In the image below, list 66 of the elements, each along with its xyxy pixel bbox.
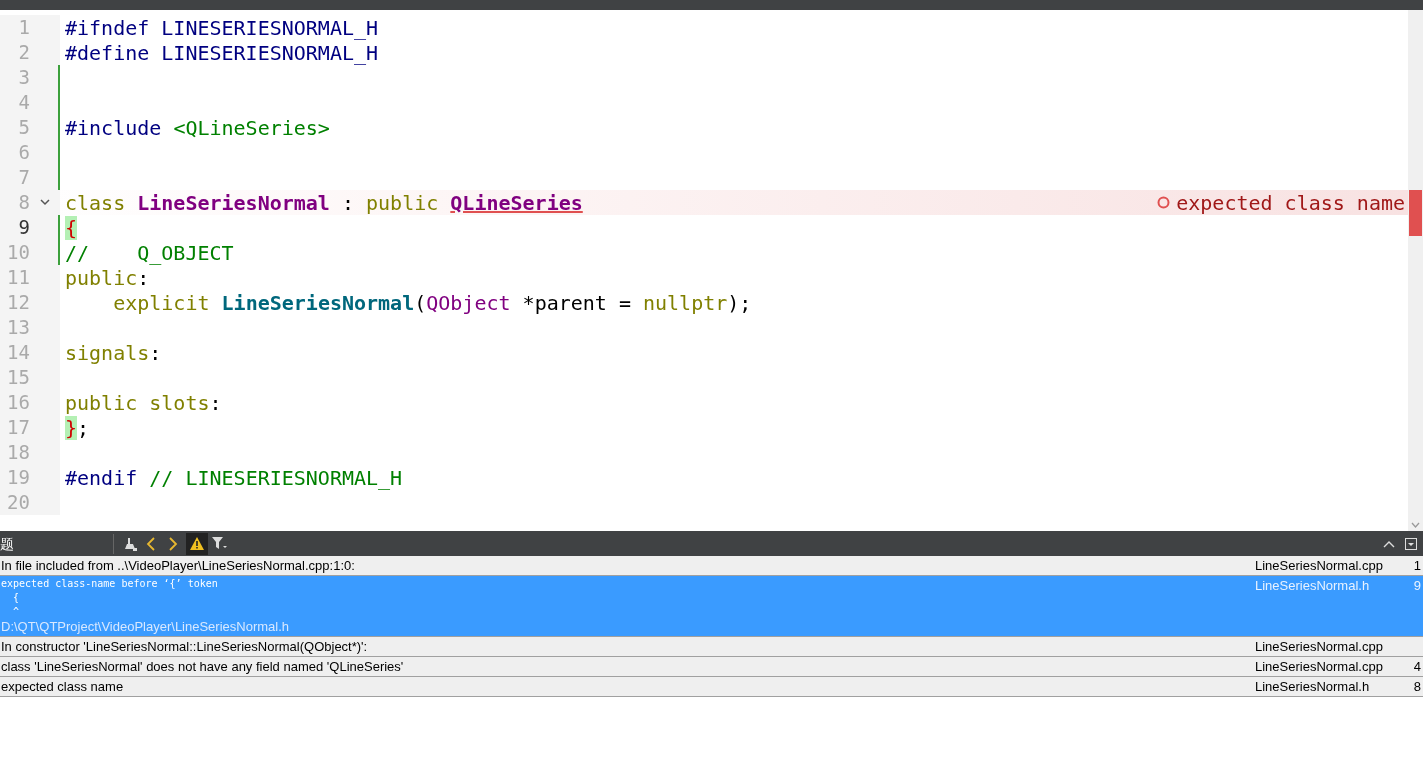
issue-file: LineSeriesNormal.h [1255, 577, 1371, 595]
scrollbar[interactable] [1408, 10, 1423, 531]
warning-filter-button[interactable] [186, 532, 208, 555]
panel-title: 题 [0, 533, 114, 554]
issue-message: expected class name [1, 678, 125, 696]
code-line: }; [65, 414, 90, 442]
line-number: 13 [6, 315, 30, 341]
code-line: signals: [65, 339, 162, 367]
line-number: 3 [17, 65, 30, 91]
issue-message: { [12, 591, 21, 604]
code-line: #define LINESERIESNORMAL_H [65, 40, 379, 67]
code-line: #ifndef LINESERIESNORMAL_H [65, 14, 379, 42]
issue-message: In file included from ..\VideoPlayer\LineSeriesNormal.cpp:1:0: [1, 557, 356, 575]
issue-file-path: D:\QT\QTProject\VideoPlayer\LineSeriesNormal.h [1, 618, 291, 636]
fold-caret-icon[interactable] [40, 199, 50, 206]
line-number: 4 [17, 90, 30, 116]
code-line: public: [65, 265, 150, 292]
previous-icon[interactable] [146, 536, 156, 551]
issue-line: 1 [1412, 557, 1422, 575]
collapse-icon[interactable] [1383, 539, 1395, 548]
line-number: 5 [17, 115, 30, 141]
line-number: 19 [6, 465, 30, 491]
error-marker [1409, 190, 1422, 236]
issue-message: expected class-name before ‘{’ token [1, 577, 219, 590]
issue-message: ^ [12, 605, 21, 618]
clean-icon[interactable] [122, 535, 138, 552]
line-number: 20 [6, 490, 30, 516]
line-number: 14 [6, 340, 30, 366]
warning-icon [190, 537, 204, 550]
code-line: #include <QLineSeries> [65, 114, 330, 142]
line-number: 15 [6, 365, 30, 391]
code-line: explicit LineSeriesNormal(QObject *parent = nullptr); [112, 289, 752, 317]
issue-file: LineSeriesNormal.cpp [1255, 638, 1384, 656]
line-number: 9 [17, 215, 30, 241]
line-number: 6 [17, 140, 30, 166]
issue-message: In constructor 'LineSeriesNormal::LineSeriesNormal(QObject*)': [1, 638, 369, 656]
issue-file: LineSeriesNormal.cpp [1255, 658, 1384, 676]
code-line: class LineSeriesNormal : public QLineSeries [65, 189, 583, 217]
error-icon [1157, 196, 1171, 209]
code-line: #endif // LINESERIESNORMAL_H [65, 464, 403, 492]
issue-file: LineSeriesNormal.h [1255, 678, 1371, 696]
code-line: // Q_OBJECT [65, 239, 234, 267]
issue-file: LineSeriesNormal.cpp [1255, 557, 1384, 575]
issue-row[interactable]: expected class name LineSeriesNormal.h 8 [0, 677, 1423, 697]
filter-icon[interactable] [212, 537, 227, 550]
issue-row[interactable]: class 'LineSeriesNormal' does not have any field named 'QLineSeries' LineSeriesNormal.cpp 4 [0, 657, 1423, 677]
line-number: 10 [6, 240, 30, 266]
line-number: 17 [6, 415, 30, 441]
code-line: public slots: [65, 389, 222, 417]
line-number: 7 [17, 165, 30, 191]
issue-line: 8 [1412, 678, 1422, 696]
issue-message: class 'LineSeriesNormal' does not have any field named 'QLineSeries' [1, 658, 405, 676]
line-number: 18 [6, 440, 30, 466]
line-number: 16 [6, 390, 30, 416]
line-number: 8 [17, 190, 30, 216]
line-number: 12 [6, 290, 30, 316]
issue-row[interactable]: In file included from ..\VideoPlayer\LineSeriesNormal.cpp:1:0: LineSeriesNormal.cpp 1 [0, 556, 1423, 576]
line-number: 1 [17, 15, 30, 41]
next-icon[interactable] [168, 536, 178, 551]
panel-menu-icon[interactable] [1405, 537, 1417, 550]
issue-line: 4 [1412, 658, 1422, 676]
line-number: 2 [17, 40, 30, 66]
issue-row[interactable]: In constructor 'LineSeriesNormal::LineSeriesNormal(QObject*)': LineSeriesNormal.cpp [0, 637, 1423, 657]
issue-line: 9 [1412, 577, 1422, 595]
error-annotation: expected class name [1176, 189, 1405, 217]
line-number: 11 [6, 265, 30, 291]
